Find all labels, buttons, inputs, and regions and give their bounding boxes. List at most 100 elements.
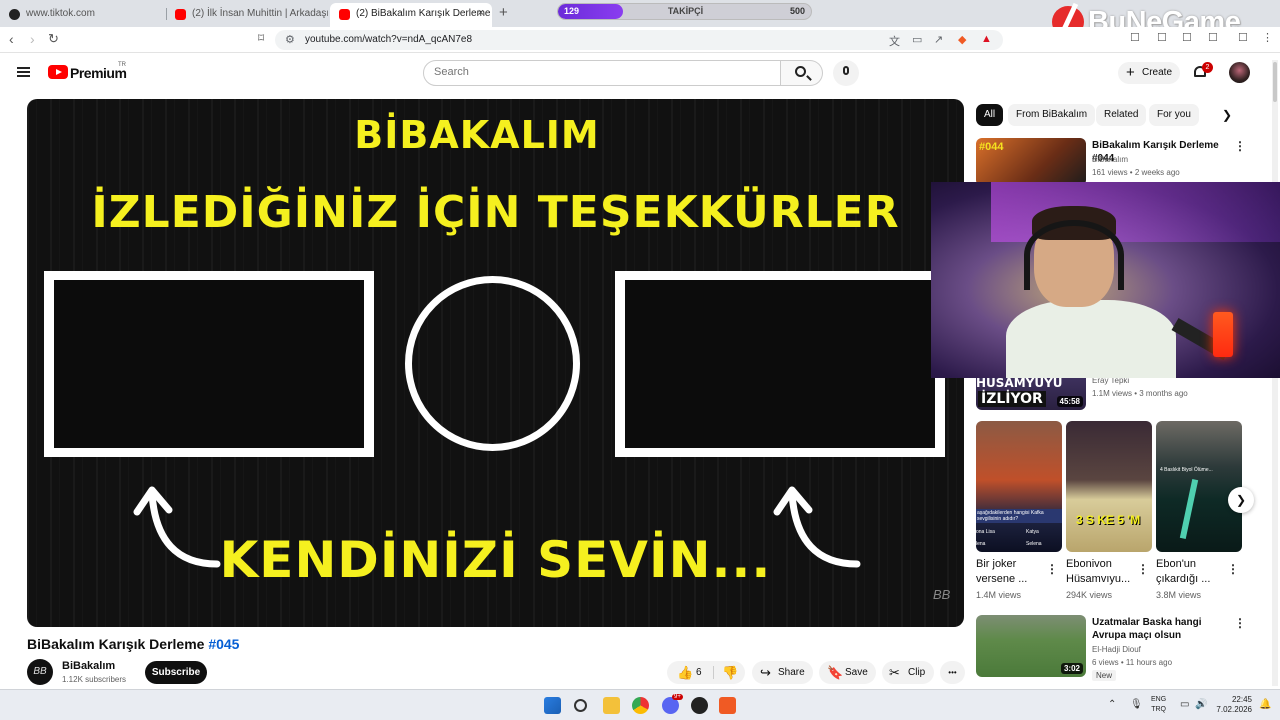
more-vert-icon[interactable]: ⋮ [1234, 616, 1246, 630]
new-tab-button[interactable]: + [499, 4, 508, 21]
share-button[interactable]: ↪ Share [752, 661, 813, 684]
window-restore-icon[interactable]: ☐ [1238, 31, 1248, 44]
rec-channel[interactable]: BiBakalım [1092, 155, 1128, 164]
short-title[interactable]: Bir joker versene ... [976, 557, 1042, 587]
wallet-icon[interactable]: ☐ [1208, 31, 1218, 44]
search-button[interactable] [781, 60, 823, 86]
short-thumbnail[interactable]: aşağıdakilerden hangisi Kafka sevgilisin… [976, 421, 1062, 552]
reload-icon[interactable]: ↻ [48, 31, 59, 47]
back-icon[interactable]: ‹ [9, 31, 14, 47]
youtube-header: Premium TR + Create 2 [0, 53, 1270, 93]
short-title[interactable]: Ebon'un çıkardığı ... [1156, 557, 1222, 587]
more-vert-icon[interactable]: ⋮ [1234, 139, 1246, 153]
omnibox[interactable]: ⚙ youtube.com/watch?v=ndA_qcAN7e8 文 ▭ ↗ … [275, 30, 1003, 50]
tab-search-icon[interactable]: ☐ [1182, 31, 1192, 44]
short-thumbnail[interactable]: 3 S KE 5 'M [1066, 421, 1152, 552]
system-clock[interactable]: 22:45 7.02.2026 [1210, 695, 1252, 715]
search-input[interactable] [434, 66, 764, 78]
rec-title[interactable]: Uzatmalar Baska hangi Avrupa maçı olsun [1092, 616, 1232, 642]
endscreen-video-slot-right[interactable] [615, 271, 945, 457]
short-caption: 3 S KE 5 'M [1076, 513, 1141, 527]
cast-icon[interactable]: ▭ [912, 33, 922, 46]
input-language[interactable]: ENG TRQ [1151, 695, 1166, 715]
chip-related[interactable]: Related [1096, 104, 1147, 126]
endscreen-video-slot-left[interactable] [44, 271, 374, 457]
search-box[interactable] [423, 60, 781, 86]
like-button[interactable]: 👍 6 [667, 661, 713, 684]
scrollbar-thumb[interactable] [1273, 62, 1277, 102]
channel-watermark: BB [933, 587, 951, 602]
address-bar-row: ‹ › ↻ ⌑ ⚙ youtube.com/watch?v=ndA_qcAN7e… [0, 27, 1280, 53]
channel-name[interactable]: BiBakalım [62, 660, 115, 672]
volume-icon[interactable]: 🔊 [1195, 699, 1207, 710]
endscreen-subscribe-circle[interactable] [405, 276, 580, 451]
streamer-webcam-overlay [931, 182, 1280, 378]
chip-all[interactable]: All [976, 104, 1004, 126]
channel-avatar[interactable]: BB [27, 659, 53, 685]
short-thumbnail[interactable]: 4 Baslıkit Biyol Ölüme... [1156, 421, 1242, 552]
voice-search-button[interactable] [833, 60, 859, 86]
hamburger-menu-icon[interactable] [17, 67, 30, 77]
network-icon[interactable]: ▭ [1180, 699, 1189, 710]
bookmark-icon[interactable]: ⌑ [258, 31, 264, 45]
extension-icon[interactable]: ☐ [1130, 31, 1140, 44]
more-vert-icon[interactable]: ⋮ [1227, 562, 1239, 576]
follower-goal: 500 [789, 6, 805, 16]
share-page-icon[interactable]: ↗ [934, 33, 943, 46]
chevron-right-icon[interactable]: ❯ [1222, 108, 1232, 122]
site-info-icon[interactable]: ⚙ [285, 33, 295, 46]
menu-dots-icon[interactable]: ⋮ [1262, 31, 1273, 44]
globe-icon [9, 9, 20, 20]
rewards-icon[interactable]: ▲ [981, 33, 992, 45]
subscribe-button[interactable]: Subscribe [145, 661, 207, 684]
rec-thumbnail[interactable]: 3:02 [976, 615, 1086, 677]
file-explorer-icon[interactable] [603, 697, 620, 714]
video-title-hashtag[interactable]: #045 [208, 636, 239, 652]
follower-label: TAKİPÇİ [667, 6, 704, 16]
brave-browser-icon[interactable] [719, 697, 736, 714]
clip-button[interactable]: ✂ Clip [882, 661, 934, 684]
chip-for-you[interactable]: For you [1149, 104, 1199, 126]
video-frame-thanks-text: İZLEDİĞİNİZ İÇİN TEŞEKKÜRLER [91, 187, 900, 238]
rec-thumb-text: HÜSAMYUYU [976, 376, 1063, 390]
more-actions-button[interactable]: ••• [940, 661, 965, 684]
tray-mic-icon[interactable]: 🎙 [1130, 699, 1143, 710]
chip-from-channel[interactable]: From BiBakalım [1008, 104, 1096, 126]
close-tab-icon[interactable]: × [478, 7, 484, 19]
dislike-button[interactable]: 👎 [714, 661, 745, 684]
video-frame-bottom-text: KENDİNİZİ SEVİN... [219, 531, 772, 589]
more-vert-icon[interactable]: ⋮ [1137, 562, 1149, 576]
video-title: BiBakalım Karışık Derleme #045 [27, 636, 239, 652]
sidebar-toggle-icon[interactable]: ☐ [1157, 31, 1167, 44]
rec-channel[interactable]: El-Hadji Diouf [1092, 645, 1141, 654]
new-badge: New [1092, 670, 1117, 681]
rec-thumbnail[interactable]: #044 [976, 138, 1086, 186]
video-title-text: BiBakalım Karışık Derleme [27, 636, 205, 652]
brave-shield-icon[interactable]: ◆ [958, 33, 966, 46]
taskbar-search-icon[interactable] [574, 699, 587, 712]
tab-tiktok[interactable]: www.tiktok.com [0, 3, 166, 27]
shorts-next-button[interactable]: ❯ [1228, 487, 1254, 513]
short-option: ona Lisa [976, 529, 995, 535]
create-button[interactable]: + Create [1118, 62, 1180, 84]
short-title[interactable]: Ebonivon Hüsamvıyu... [1066, 557, 1132, 587]
youtube-logo-icon[interactable] [48, 65, 68, 79]
translate-icon[interactable]: 文 [889, 33, 900, 49]
user-avatar[interactable] [1229, 62, 1250, 83]
obs-icon[interactable] [691, 697, 708, 714]
windows-start-icon[interactable] [544, 697, 561, 714]
notification-center-icon[interactable]: 🔔 [1259, 699, 1271, 710]
forward-icon[interactable]: › [30, 31, 35, 47]
save-label: Save [845, 667, 868, 678]
more-vert-icon[interactable]: ⋮ [1046, 562, 1058, 576]
tab-youtube-muhittin[interactable]: (2) İlk İnsan Muhittin | Arkadaşım Ho [166, 3, 328, 27]
like-count: 6 [696, 667, 702, 678]
save-button[interactable]: 🔖 Save [819, 661, 876, 684]
region-code: TR [118, 62, 126, 68]
chrome-icon[interactable] [632, 697, 649, 714]
video-frame-heading: BİBAKALIM [354, 113, 600, 157]
short-views: 294K views [1066, 590, 1113, 600]
tab-youtube-active[interactable]: (2) BiBakalım Karışık Derleme #0 × [330, 3, 492, 27]
tray-chevron-icon[interactable]: ⌃ [1108, 699, 1116, 710]
video-player[interactable]: BİBAKALIM İZLEDİĞİNİZ İÇİN TEŞEKKÜRLER K… [27, 99, 964, 627]
